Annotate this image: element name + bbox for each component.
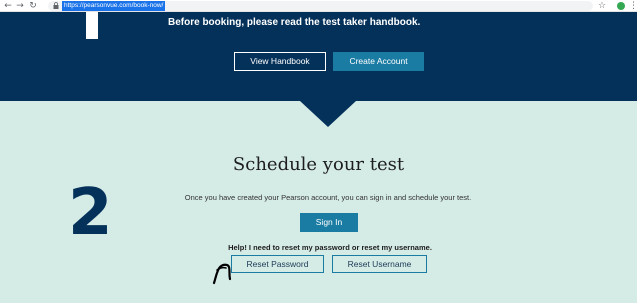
schedule-section: Schedule your test 2 Once you have creat…: [0, 101, 637, 303]
sign-in-button[interactable]: Sign In: [300, 213, 358, 232]
reload-icon[interactable]: ↻: [28, 0, 38, 12]
annotation-scribble: [212, 263, 232, 285]
step-one-marker: [86, 12, 98, 39]
kebab-menu-icon[interactable]: ⋮: [629, 0, 637, 12]
url-text[interactable]: https://pearsonvue.com/book-now/: [62, 1, 166, 11]
lock-icon: [53, 2, 59, 9]
view-handbook-button[interactable]: View Handbook: [234, 52, 326, 71]
handbook-message: Before booking, please read the test tak…: [168, 17, 421, 28]
schedule-info-text: Once you have created your Pearson accou…: [184, 193, 472, 202]
create-account-button[interactable]: Create Account: [333, 52, 424, 71]
star-icon[interactable]: ☆: [598, 0, 606, 12]
step-number: 2: [68, 176, 113, 250]
extension-icon[interactable]: [617, 2, 625, 10]
help-text: Help! I need to reset my password or res…: [228, 243, 432, 252]
page-title: Schedule your test: [232, 154, 405, 175]
forward-icon[interactable]: →: [15, 0, 25, 12]
handbook-section: Before booking, please read the test tak…: [0, 12, 637, 101]
section-arrow: [300, 101, 356, 127]
browser-toolbar: ← → ↻ https://pearsonvue.com/book-now/ ☆…: [0, 0, 637, 12]
back-icon[interactable]: ←: [3, 0, 13, 12]
reset-password-button[interactable]: Reset Password: [231, 255, 324, 273]
address-bar[interactable]: https://pearsonvue.com/book-now/: [48, 1, 593, 11]
reset-username-button[interactable]: Reset Username: [332, 255, 427, 273]
